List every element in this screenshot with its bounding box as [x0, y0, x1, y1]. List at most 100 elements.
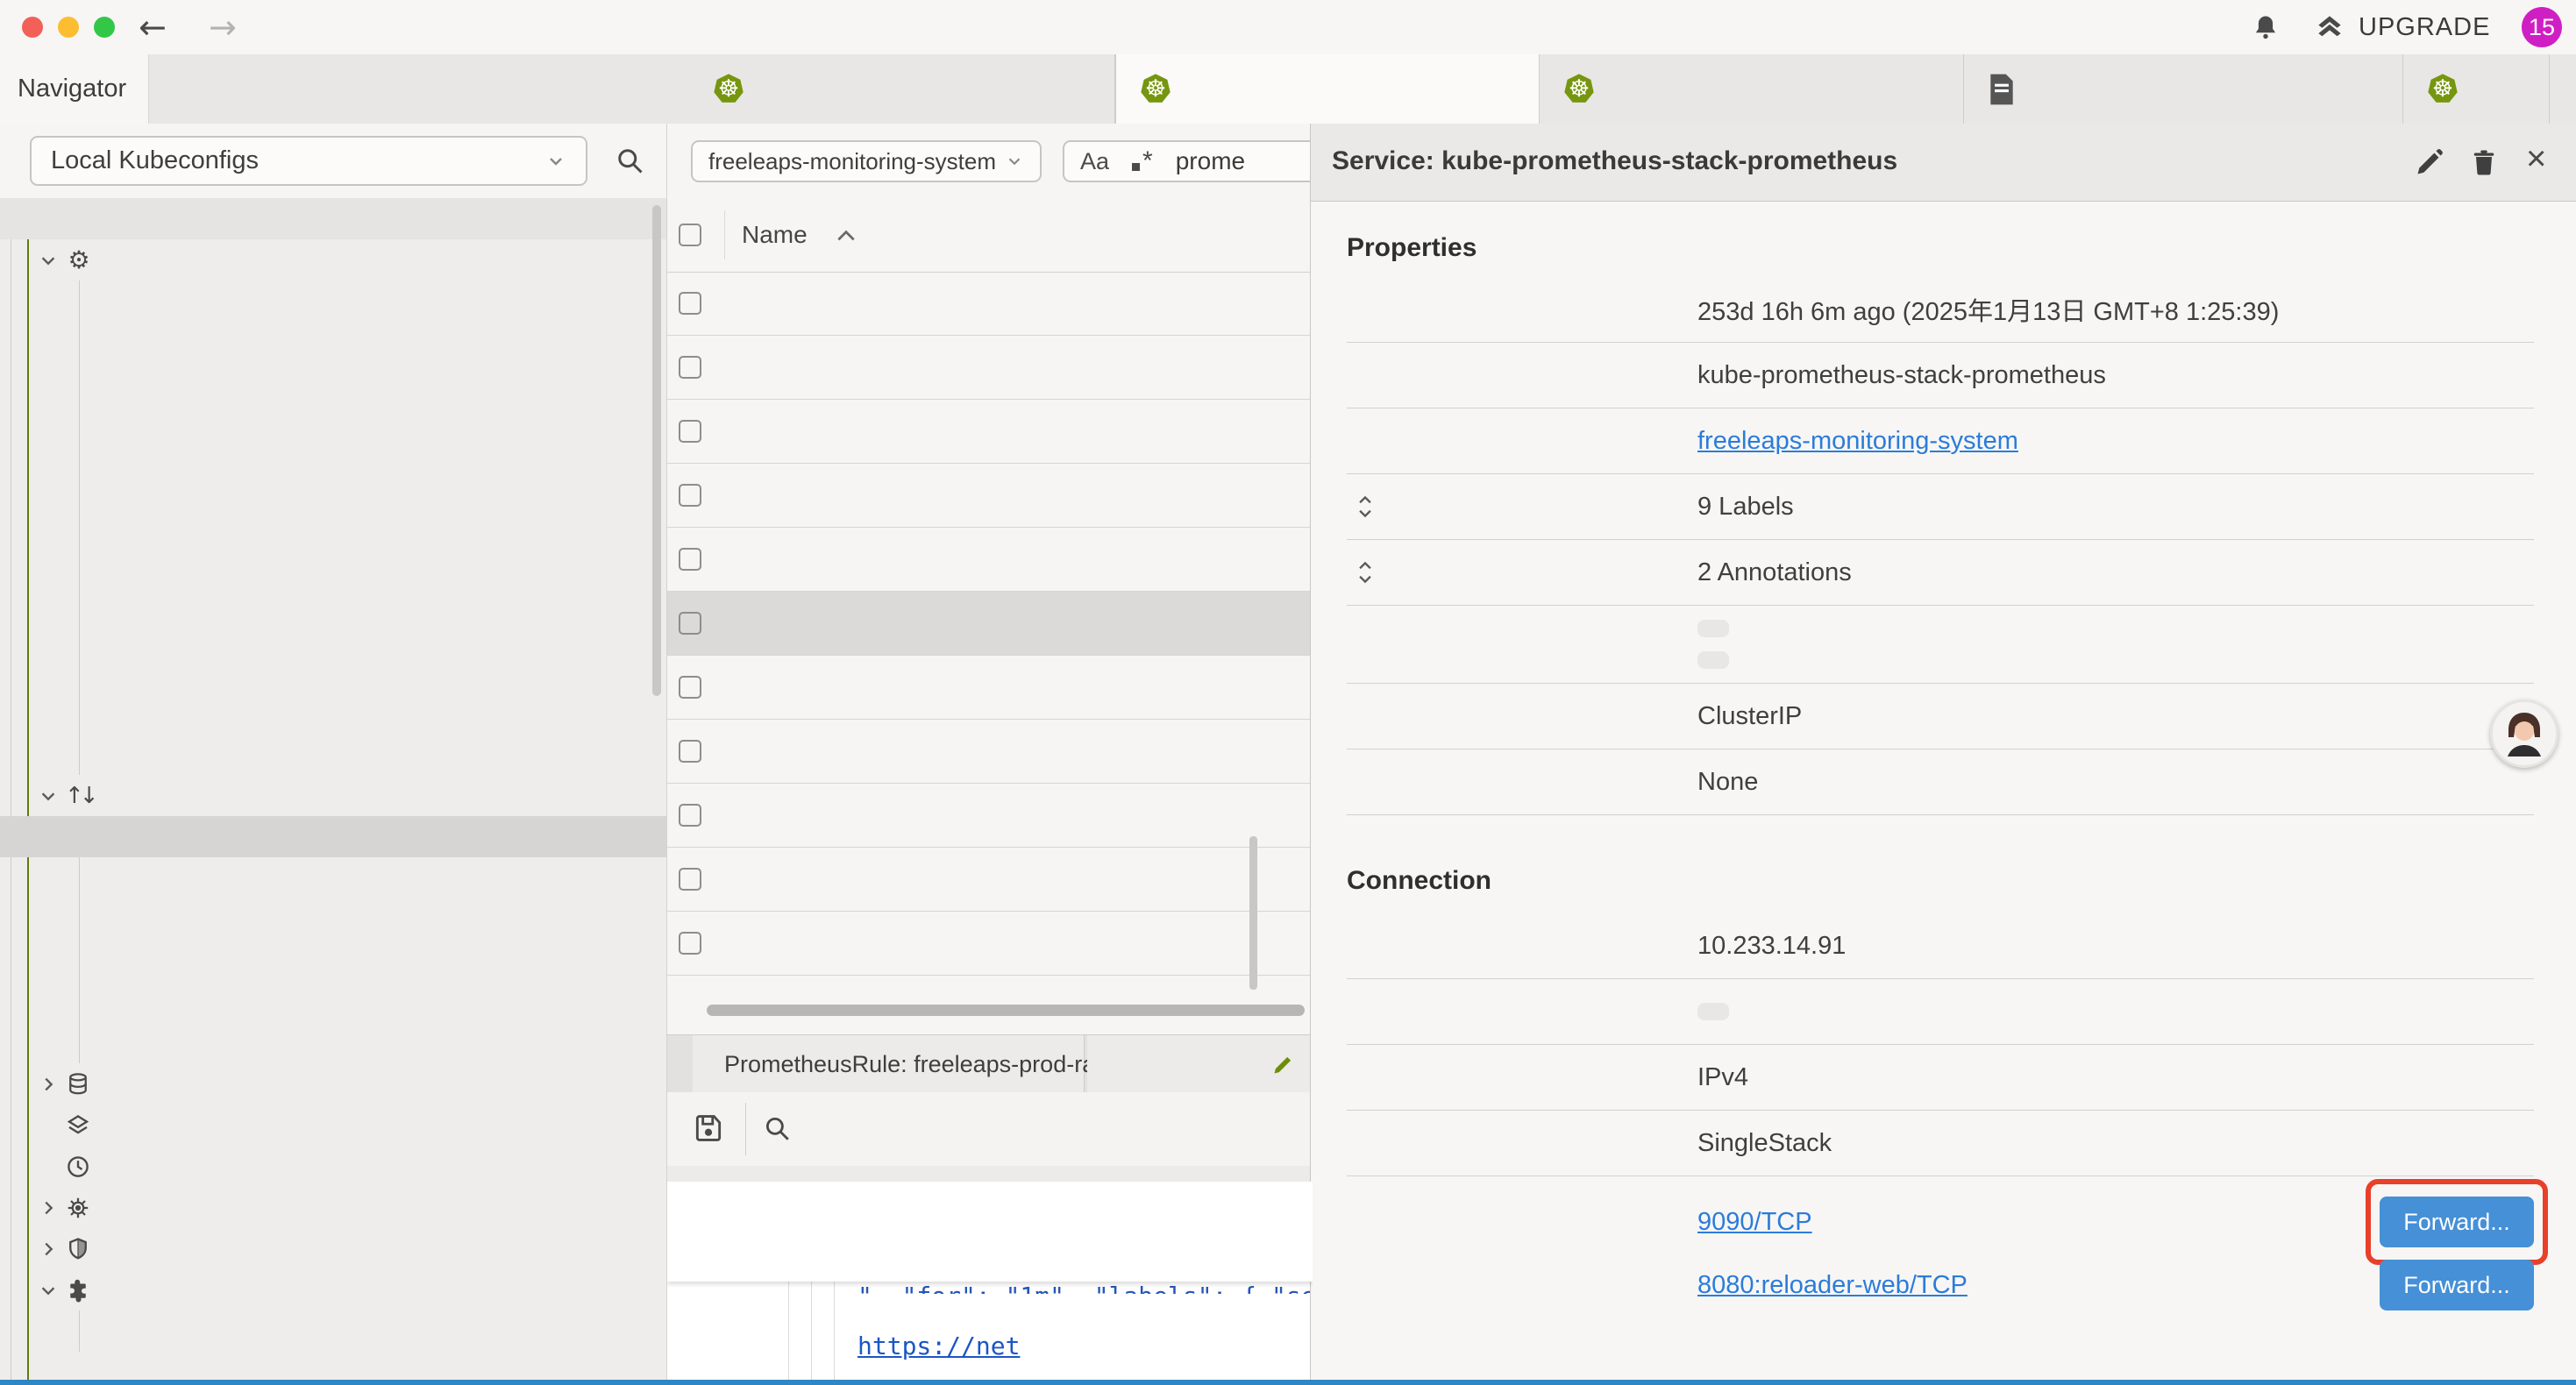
table-row[interactable] — [667, 336, 1313, 400]
tab-pods-icecheng-mathmas[interactable]: ☸ — [689, 54, 1115, 124]
forward-arrow-icon[interactable]: → — [209, 7, 237, 47]
forward-button[interactable]: Forward... — [2380, 1197, 2534, 1247]
row-checkbox[interactable] — [679, 548, 701, 571]
name-filter-input[interactable]: Aa * prome — [1063, 140, 1326, 182]
runbook-url-link[interactable]: https://net — [857, 1332, 1020, 1360]
select-all-checkbox[interactable] — [679, 224, 701, 246]
save-icon[interactable] — [692, 1112, 725, 1145]
tab-prometheus-rules-icecheng[interactable]: ☸ — [1540, 54, 1964, 124]
name-column-header[interactable]: Name — [742, 221, 808, 249]
user-avatar[interactable] — [2490, 700, 2558, 768]
tab-release-notes[interactable] — [1964, 54, 2403, 124]
row-checkbox[interactable] — [679, 868, 701, 891]
forward-button[interactable]: Forward... — [2380, 1260, 2534, 1310]
sort-asc-icon[interactable] — [835, 228, 857, 244]
match-case-toggle[interactable]: Aa — [1080, 148, 1109, 175]
sidebar-item-secrets[interactable] — [0, 322, 666, 363]
editor-tab-next[interactable] — [1087, 1035, 1313, 1093]
table-row[interactable] — [667, 848, 1313, 912]
row-checkbox[interactable] — [679, 740, 701, 763]
sidebar-item-cron-jobs[interactable] — [0, 198, 666, 239]
sidebar-item-definitions[interactable] — [0, 1310, 666, 1352]
chevron-down-icon[interactable] — [39, 786, 58, 806]
sidebar-item-network-policies[interactable] — [0, 981, 666, 1022]
horizontal-scrollbar[interactable] — [707, 1005, 1305, 1016]
regex-toggle[interactable]: * — [1132, 146, 1153, 176]
table-row[interactable] — [667, 400, 1313, 464]
close-icon[interactable]: × — [2526, 143, 2546, 174]
sidebar-item-validating-webhook-configurations[interactable] — [0, 734, 666, 775]
close-window-button[interactable] — [22, 17, 43, 38]
table-row[interactable] — [667, 784, 1313, 848]
search-icon[interactable] — [614, 145, 645, 176]
chevron-right-icon[interactable] — [39, 1239, 58, 1259]
row-checkbox[interactable] — [679, 484, 701, 507]
minimize-window-button[interactable] — [58, 17, 79, 38]
table-row[interactable] — [667, 656, 1313, 720]
editor-tab-prometheusrule[interactable]: PrometheusRule: freeleaps-prod-rabbitmq — [693, 1035, 1085, 1093]
row-checkbox[interactable] — [679, 292, 701, 315]
sort-updown-icon[interactable] — [1357, 495, 1373, 518]
notification-count-badge[interactable]: 15 — [2522, 7, 2562, 47]
notifications-bell-icon[interactable] — [2250, 12, 2281, 44]
sidebar-item-helm[interactable] — [0, 1187, 666, 1228]
tab-services-icecheng-math[interactable]: ☸ — [1115, 54, 1540, 124]
sidebar-item-vertical-pod-autoscalers[interactable] — [0, 487, 666, 528]
delete-trash-icon[interactable] — [2468, 146, 2500, 178]
chevron-down-icon[interactable] — [39, 1281, 58, 1300]
row-checkbox[interactable] — [679, 420, 701, 443]
sidebar-scrollbar[interactable] — [652, 205, 661, 696]
sidebar-item-mutating-webhook-configurations[interactable] — [0, 692, 666, 734]
upgrade-button[interactable]: UPGRADE — [2313, 11, 2490, 44]
sidebar-item-endpoints[interactable] — [0, 857, 666, 898]
sidebar-item-namespaces[interactable] — [0, 1104, 666, 1146]
row-checkbox[interactable] — [679, 932, 701, 955]
sidebar-item-port-forwarding[interactable] — [0, 1022, 666, 1063]
sidebar-item-storage[interactable] — [0, 1063, 666, 1104]
sidebar-item-access-control[interactable] — [0, 1228, 666, 1269]
sidebar-item-leases[interactable] — [0, 651, 666, 692]
table-row[interactable] — [667, 528, 1313, 592]
chevron-right-icon[interactable] — [39, 1198, 58, 1218]
table-row[interactable] — [667, 592, 1313, 656]
port-link[interactable]: 9090/TCP — [1697, 1208, 1812, 1237]
chevron-right-icon[interactable] — [39, 1075, 58, 1094]
sidebar-item-services[interactable] — [0, 816, 666, 857]
kubeconfig-select[interactable]: Local Kubeconfigs — [30, 136, 587, 186]
back-arrow-icon[interactable]: ← — [139, 7, 167, 47]
tab-argo-se[interactable]: ☸ — [2403, 54, 2550, 124]
chevron-down-icon[interactable] — [39, 251, 58, 270]
sort-updown-icon[interactable] — [1357, 561, 1373, 584]
yaml-editor[interactable]: ", "for": "1m", "labels": { "service": "… — [667, 1182, 1313, 1380]
row-checkbox[interactable] — [679, 804, 701, 827]
row-checkbox[interactable] — [679, 676, 701, 699]
sidebar-item-resource-quotas[interactable] — [0, 363, 666, 404]
column-divider — [724, 210, 725, 259]
table-row[interactable] — [667, 464, 1313, 528]
row-checkbox[interactable] — [679, 356, 701, 379]
navigator-panel-tab[interactable]: Navigator — [0, 54, 149, 124]
detail-scrollbar[interactable] — [1249, 836, 1257, 990]
editor-search-icon[interactable] — [762, 1113, 792, 1143]
sidebar-item-config[interactable]: ⚙ — [0, 239, 666, 281]
sidebar-item-network[interactable]: ↑↓ — [0, 775, 666, 816]
sidebar-item-runtime-classes[interactable] — [0, 610, 666, 651]
table-row[interactable] — [667, 912, 1313, 976]
edit-pencil-icon[interactable] — [2414, 146, 2445, 178]
row-checkbox[interactable] — [679, 612, 701, 635]
namespace-link[interactable]: freeleaps-monitoring-system — [1697, 427, 2018, 455]
sidebar-item-ingress-classes[interactable] — [0, 940, 666, 981]
sidebar-item-horizontal-pod-autoscalers[interactable] — [0, 445, 666, 487]
namespace-select[interactable]: freeleaps-monitoring-system — [691, 140, 1042, 182]
sidebar-item-priority-classes[interactable] — [0, 569, 666, 610]
sidebar-item-pod-disruption-budgets[interactable] — [0, 528, 666, 569]
sidebar-item-custom-resources[interactable] — [0, 1269, 666, 1310]
table-row[interactable] — [667, 720, 1313, 784]
table-row[interactable] — [667, 272, 1313, 336]
sidebar-item-limit-ranges[interactable] — [0, 404, 666, 445]
sidebar-item-config-maps[interactable] — [0, 281, 666, 322]
maximize-window-button[interactable] — [94, 17, 115, 38]
sidebar-item-events[interactable] — [0, 1146, 666, 1187]
port-link[interactable]: 8080:reloader-web/TCP — [1697, 1271, 1968, 1300]
sidebar-item-ingresses[interactable] — [0, 898, 666, 940]
